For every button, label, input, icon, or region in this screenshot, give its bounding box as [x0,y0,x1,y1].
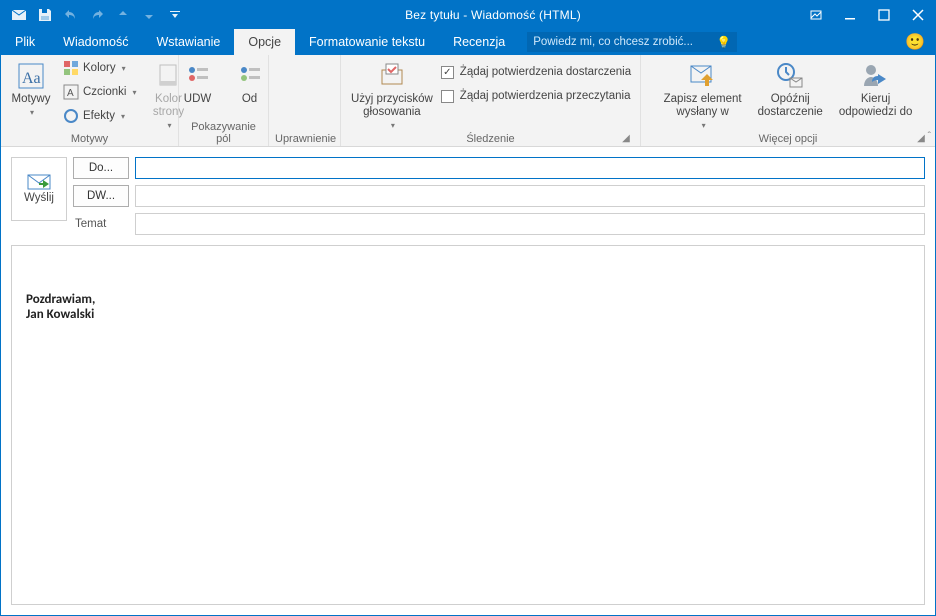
group-uprawnienie: Uprawnienie [269,55,341,146]
kolory-button[interactable]: Kolory ▾ [59,57,140,79]
tell-me-placeholder: Powiedz mi, co chcesz zrobić... [533,36,693,48]
subject-input[interactable] [135,213,925,235]
cc-button[interactable]: DW... [73,185,129,207]
colors-icon [63,60,79,76]
to-button[interactable]: Do... [73,157,129,179]
group-motywy-label: Motywy [7,133,172,146]
glosowanie-label: Użyj przycisków głosowania [351,93,433,119]
zapisz-element-button[interactable]: Zapisz element wysłany w▾ [660,57,746,132]
dialog-launcher-icon[interactable]: ◢ [915,132,927,144]
tell-me-search[interactable]: Powiedz mi, co chcesz zrobić... 💡 [527,32,737,52]
undo-icon[interactable] [59,3,83,27]
tab-plik[interactable]: Plik [1,29,49,55]
chevron-down-icon: ▾ [30,106,34,119]
message-body[interactable]: Pozdrawiam, Jan Kowalski [11,245,925,605]
przeczytanie-checkbox[interactable]: Żądaj potwierdzenia przeczytania [441,85,631,107]
group-sledzenie: Użyj przycisków głosowania▾ ✓ Żądaj potw… [341,55,641,146]
direct-replies-icon [860,60,892,92]
chevron-down-icon: ▾ [132,88,136,97]
bcc-icon [184,62,212,90]
svg-text:Aa: Aa [22,70,41,87]
group-sledzenie-label: Śledzenie ◢ [347,133,634,146]
od-button[interactable]: Od [226,57,274,106]
quick-access-toolbar [1,3,187,27]
mail-icon[interactable] [7,3,31,27]
checkbox-unchecked-icon [441,90,454,103]
chevron-down-icon: ▾ [391,119,395,132]
motywy-button[interactable]: Aa Motywy▾ [7,57,55,119]
opoznij-label: Opóźnij dostarczenie [758,93,823,119]
tab-wiadomosc[interactable]: Wiadomość [49,29,142,55]
kieruj-button[interactable]: Kieruj odpowiedzi do [835,57,917,119]
efekty-label: Efekty [83,110,115,122]
chevron-down-icon: ▾ [122,64,126,73]
zapisz-label: Zapisz element wysłany w [664,93,742,119]
save-icon[interactable] [33,3,57,27]
czcionki-button[interactable]: A Czcionki ▾ [59,81,140,103]
title-bar: Bez tytułu - Wiadomość (HTML) [1,1,935,29]
group-pokazywanie-label: Pokazywanie pól [185,121,262,146]
window-title: Bez tytułu - Wiadomość (HTML) [187,8,799,22]
chevron-down-icon: ▾ [121,112,125,121]
group-motywy: Aa Motywy▾ Kolory▾ A Czcionki▾ Efekty▾ [1,55,179,146]
lightbulb-icon: 💡 [717,35,731,49]
collapse-ribbon-icon[interactable]: ˆ [928,131,931,142]
customize-qat-icon[interactable] [163,3,187,27]
group-wiecej-opcji: Zapisz element wysłany w▾ Opóźnij dostar… [641,55,935,146]
svg-text:A: A [67,88,74,99]
prev-item-icon[interactable] [111,3,135,27]
tab-opcje[interactable]: Opcje [234,29,295,55]
udw-label: UDW [184,93,211,106]
motywy-label: Motywy [12,93,51,106]
chevron-down-icon: ▾ [702,119,706,132]
group-wiecej-label: Więcej opcji ◢ [647,133,929,146]
group-uprawnienie-label: Uprawnienie [275,133,334,146]
przeczytanie-label: Żądaj potwierdzenia przeczytania [460,90,631,102]
subject-label: Temat [73,213,129,235]
close-button[interactable] [901,1,935,29]
signature-line-2: Jan Kowalski [26,307,94,322]
tab-formatowanie[interactable]: Formatowanie tekstu [295,29,439,55]
from-icon [236,62,264,90]
kieruj-label: Kieruj odpowiedzi do [839,93,913,119]
compose-area: Wyślij Do... DW... Temat Pozdrawiam, Ja [1,147,935,615]
ribbon-display-icon[interactable] [799,1,833,29]
feedback-smiley-icon[interactable]: 🙂 [905,32,925,52]
tab-wstawianie[interactable]: Wstawianie [142,29,234,55]
cc-input[interactable] [135,185,925,207]
group-pokazywanie-pol: UDW Od Pokazywanie pól [179,55,269,146]
dostarczenie-label: Żądaj potwierdzenia dostarczenia [460,66,631,78]
ribbon: Aa Motywy▾ Kolory▾ A Czcionki▾ Efekty▾ [1,55,935,147]
effects-icon [63,108,79,124]
voting-icon [376,60,408,92]
dialog-launcher-icon[interactable]: ◢ [620,132,632,144]
minimize-button[interactable] [833,1,867,29]
send-icon [27,174,51,192]
next-item-icon[interactable] [137,3,161,27]
fonts-icon: A [63,84,79,100]
window-controls [799,1,935,29]
delay-icon [774,60,806,92]
send-button[interactable]: Wyślij [11,157,67,221]
efekty-button[interactable]: Efekty ▾ [59,105,140,127]
czcionki-label: Czcionki [83,86,126,98]
glosowanie-button[interactable]: Użyj przycisków głosowania▾ [347,57,437,132]
chevron-down-icon: ▾ [167,119,171,132]
udw-button[interactable]: UDW [174,57,222,106]
kolory-label: Kolory [83,62,116,74]
checkbox-checked-icon: ✓ [441,66,454,79]
maximize-button[interactable] [867,1,901,29]
redo-icon[interactable] [85,3,109,27]
dostarczenie-checkbox[interactable]: ✓ Żądaj potwierdzenia dostarczenia [441,61,631,83]
ribbon-tabs: Plik Wiadomość Wstawianie Opcje Formatow… [1,29,935,55]
od-label: Od [242,93,257,106]
opoznij-button[interactable]: Opóźnij dostarczenie [754,57,827,119]
tab-recenzja[interactable]: Recenzja [439,29,519,55]
save-sent-icon [687,60,719,92]
send-label: Wyślij [24,192,54,204]
to-input[interactable] [135,157,925,179]
signature-line-1: Pozdrawiam, [26,292,95,307]
